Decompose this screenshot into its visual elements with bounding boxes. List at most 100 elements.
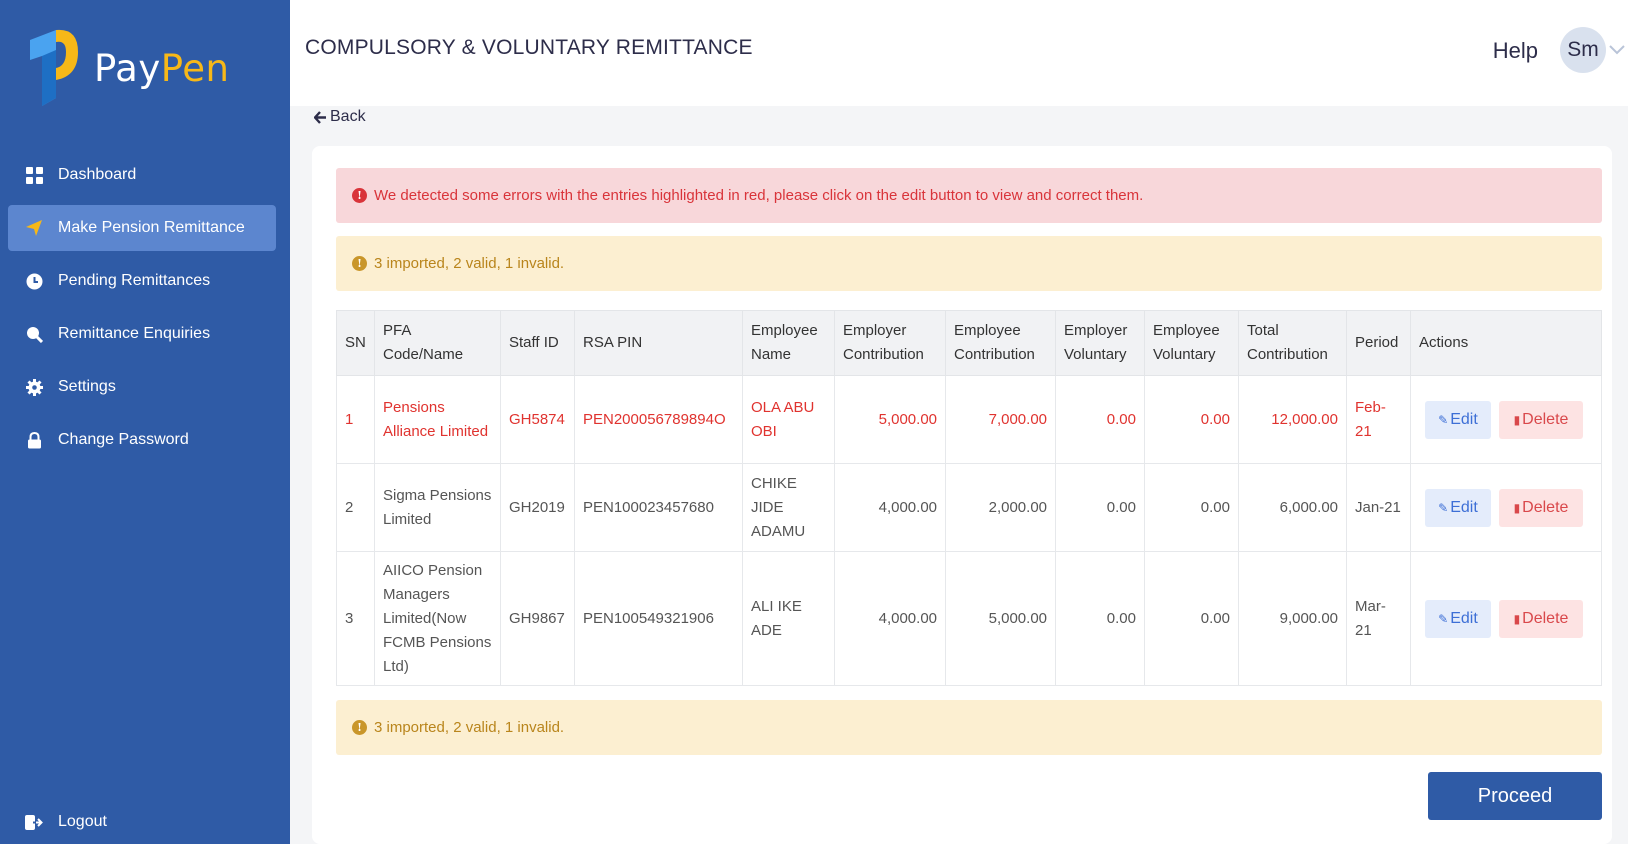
edit-label: Edit [1450, 410, 1478, 428]
error-alert-text: We detected some errors with the entries… [374, 187, 1144, 204]
edit-button[interactable]: ✎ Edit [1425, 488, 1491, 527]
cell-total-contribution: 9,000.00 [1238, 551, 1347, 686]
cell-employer-voluntary: 0.00 [1055, 463, 1145, 552]
column-header-sn: SN [336, 310, 375, 376]
sidebar-item-remittance-enquiries[interactable]: Remittance Enquiries [8, 311, 276, 357]
sidebar-item-label: Change Password [58, 431, 189, 448]
trash-icon: ▮ [1513, 412, 1521, 427]
sidebar-nav: Dashboard Make Pension Remittance Pendin… [8, 152, 276, 470]
delete-label: Delete [1522, 410, 1569, 428]
delete-button[interactable]: ▮ Delete [1499, 488, 1583, 527]
column-header-employer-contribution: Employer Contribution [834, 310, 946, 376]
info-circle-icon: ! [352, 720, 367, 735]
logout-label: Logout [58, 813, 107, 830]
brand-name: PayPen [94, 46, 230, 90]
column-header-staff-id: Staff ID [500, 310, 575, 376]
cell-employee-voluntary: 0.00 [1144, 551, 1239, 686]
pencil-icon: ✎ [1438, 500, 1449, 515]
back-link[interactable]: Back [314, 108, 366, 126]
paypen-logo-icon [26, 28, 80, 108]
edit-label: Edit [1450, 498, 1478, 516]
sidebar-item-pending-remittances[interactable]: Pending Remittances [8, 258, 276, 304]
summary-alert-text: 3 imported, 2 valid, 1 invalid. [374, 255, 565, 272]
arrow-left-icon [314, 110, 327, 124]
cell-period: Jan-21 [1346, 463, 1411, 552]
cell-rsa-pin: PEN100549321906 [574, 551, 743, 686]
cell-employee-name: ALI IKE ADE [742, 551, 835, 686]
pencil-icon: ✎ [1438, 412, 1449, 427]
cell-staff-id: GH5874 [500, 375, 575, 464]
cell-sn: 3 [336, 551, 375, 686]
delete-label: Delete [1522, 498, 1569, 516]
table-row: 2 Sigma Pensions Limited GH2019 PEN10002… [336, 463, 1602, 552]
cell-staff-id: GH9867 [500, 551, 575, 686]
cell-actions: ✎ Edit ▮ Delete [1410, 463, 1602, 552]
column-header-pfa: PFA Code/Name [374, 310, 501, 376]
cell-employee-contribution: 2,000.00 [945, 463, 1056, 552]
cell-staff-id: GH2019 [500, 463, 575, 552]
gear-icon [24, 377, 44, 397]
chevron-down-icon[interactable] [1606, 42, 1628, 58]
cell-employee-name: CHIKE JIDE ADAMU [742, 463, 835, 552]
edit-label: Edit [1450, 609, 1478, 627]
trash-icon: ▮ [1513, 611, 1521, 626]
cell-total-contribution: 6,000.00 [1238, 463, 1347, 552]
cell-total-contribution: 12,000.00 [1238, 375, 1347, 464]
help-link[interactable]: Help [1493, 38, 1538, 64]
remittance-card: ! We detected some errors with the entri… [312, 146, 1612, 844]
sidebar-item-change-password[interactable]: Change Password [8, 417, 276, 463]
cell-actions: ✎ Edit ▮ Delete [1410, 551, 1602, 686]
column-header-rsa-pin: RSA PIN [574, 310, 743, 376]
sidebar-item-label: Remittance Enquiries [58, 325, 211, 342]
cell-period: Feb-21 [1346, 375, 1411, 464]
cell-employee-voluntary: 0.00 [1144, 463, 1239, 552]
sidebar-item-settings[interactable]: Settings [8, 364, 276, 410]
delete-button[interactable]: ▮ Delete [1499, 400, 1583, 439]
cell-rsa-pin: PEN200056789894O [574, 375, 743, 464]
cell-pfa: Sigma Pensions Limited [374, 463, 501, 552]
cell-pfa: AIICO Pension Managers Limited(Now FCMB … [374, 551, 501, 686]
cell-sn: 1 [336, 375, 375, 464]
sidebar-item-label: Make Pension Remittance [58, 219, 245, 236]
sidebar-item-dashboard[interactable]: Dashboard [8, 152, 276, 198]
exclamation-circle-icon: ! [352, 188, 367, 203]
cell-pfa: Pensions Alliance Limited [374, 375, 501, 464]
cell-employee-voluntary: 0.00 [1144, 375, 1239, 464]
sidebar-item-label: Settings [58, 378, 116, 395]
sidebar-item-label: Pending Remittances [58, 272, 211, 289]
paypen-logo[interactable]: PayPen [26, 28, 229, 108]
sidebar-item-make-pension-remittance[interactable]: Make Pension Remittance [8, 205, 276, 251]
summary-alert-text: 3 imported, 2 valid, 1 invalid. [374, 719, 565, 736]
back-label: Back [330, 108, 366, 125]
column-header-employee-voluntary: Employee Voluntary [1144, 310, 1239, 376]
cell-employer-voluntary: 0.00 [1055, 375, 1145, 464]
summary-alert-bottom: ! 3 imported, 2 valid, 1 invalid. [336, 700, 1602, 755]
cell-period: Mar-21 [1346, 551, 1411, 686]
cell-employer-contribution: 4,000.00 [834, 551, 946, 686]
page-title: COMPULSORY & VOLUNTARY REMITTANCE [305, 36, 753, 59]
column-header-total-contribution: Total Contribution [1238, 310, 1347, 376]
delete-button[interactable]: ▮ Delete [1499, 599, 1583, 638]
cell-employee-contribution: 7,000.00 [945, 375, 1056, 464]
remittance-table: SN PFA Code/Name Staff ID RSA PIN Employ… [336, 310, 1602, 686]
edit-button[interactable]: ✎ Edit [1425, 400, 1491, 439]
edit-button[interactable]: ✎ Edit [1425, 599, 1491, 638]
cell-employer-contribution: 5,000.00 [834, 375, 946, 464]
summary-alert-top: ! 3 imported, 2 valid, 1 invalid. [336, 236, 1602, 291]
sidebar: PayPen Dashboard Make Pension Remittance… [0, 0, 290, 844]
column-header-employee-contribution: Employee Contribution [945, 310, 1056, 376]
delete-label: Delete [1522, 609, 1569, 627]
grid-icon [24, 165, 44, 185]
proceed-button[interactable]: Proceed [1428, 772, 1602, 820]
cell-sn: 2 [336, 463, 375, 552]
search-icon [24, 324, 44, 344]
error-alert: ! We detected some errors with the entri… [336, 168, 1602, 223]
cell-employer-contribution: 4,000.00 [834, 463, 946, 552]
cell-employee-contribution: 5,000.00 [945, 551, 1056, 686]
top-header: COMPULSORY & VOLUNTARY REMITTANCE Help S… [290, 0, 1628, 106]
logout-link[interactable]: Logout [24, 812, 107, 832]
sidebar-item-label: Dashboard [58, 166, 137, 183]
cell-rsa-pin: PEN100023457680 [574, 463, 743, 552]
avatar[interactable]: Sm [1560, 27, 1606, 73]
cell-employee-name: OLA ABU OBI [742, 375, 835, 464]
